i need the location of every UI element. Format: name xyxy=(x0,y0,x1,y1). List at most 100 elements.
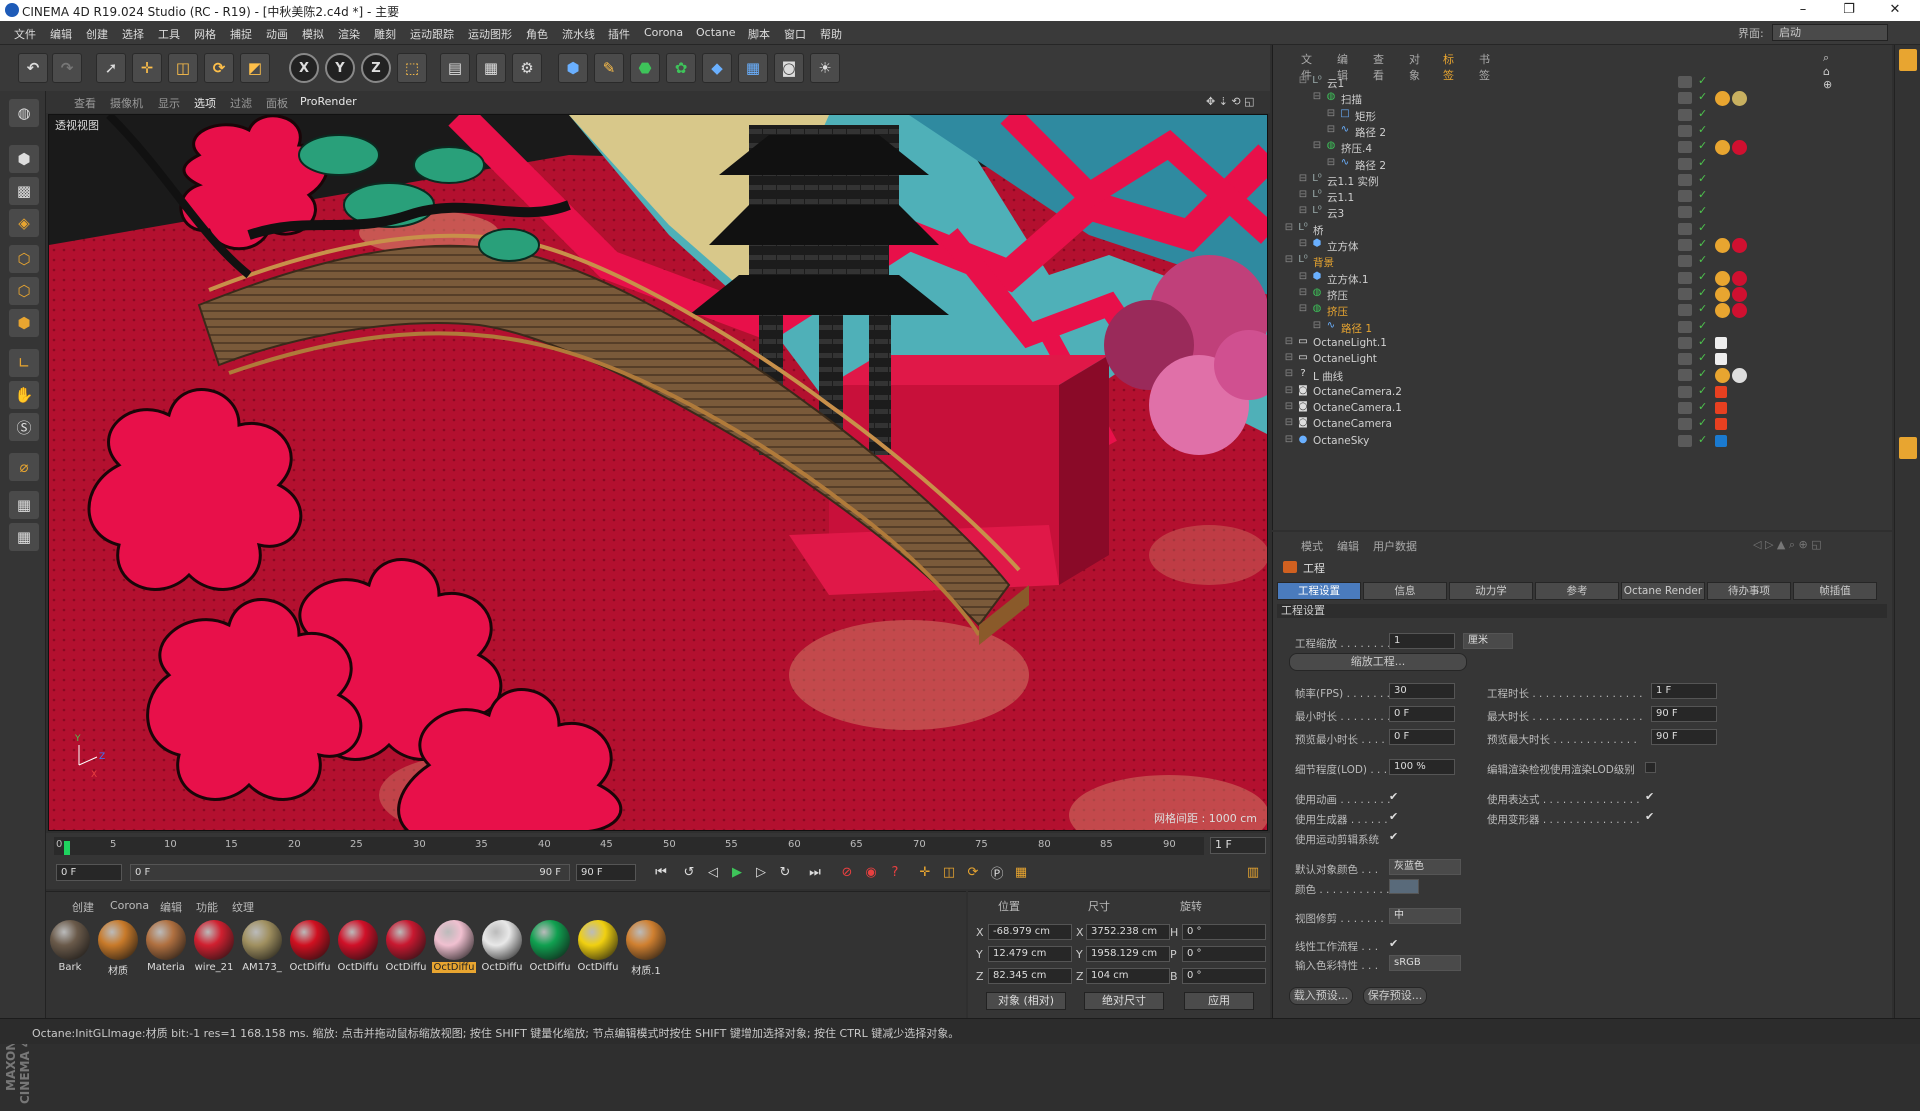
object-tag-icon[interactable] xyxy=(1715,368,1730,384)
expand-toggle-icon[interactable]: ⊟ xyxy=(1311,140,1323,152)
go-to-start-icon[interactable]: ⏮ xyxy=(650,862,672,882)
visibility-toggle-icon[interactable] xyxy=(1678,402,1692,414)
subdivision-icon[interactable]: ⬣ xyxy=(630,53,660,83)
menu-character[interactable]: 角色 xyxy=(526,26,548,42)
timeline-end-field[interactable]: 90 F xyxy=(576,864,636,881)
object-tag-icon[interactable] xyxy=(1715,434,1727,447)
position-y-field[interactable]: 12.479 cm xyxy=(988,946,1072,962)
light-icon[interactable]: ☀ xyxy=(810,53,840,83)
scale-icon[interactable]: ◫ xyxy=(168,53,198,83)
expand-toggle-icon[interactable]: ⊟ xyxy=(1297,271,1309,283)
menu-motion-tracking[interactable]: 运动跟踪 xyxy=(410,26,454,42)
fps-field[interactable]: 30 xyxy=(1389,683,1455,699)
menu-render[interactable]: 渲染 xyxy=(338,26,360,42)
enabled-check-icon[interactable]: ✓ xyxy=(1698,237,1707,250)
object-mode-icon[interactable]: ⬢ xyxy=(9,145,39,173)
menu-edit[interactable]: 编辑 xyxy=(50,26,72,42)
material-swatch[interactable]: Materia xyxy=(144,920,188,973)
mat-menu-corona[interactable]: Corona xyxy=(110,899,149,912)
enabled-check-icon[interactable]: ✓ xyxy=(1698,107,1707,120)
visibility-toggle-icon[interactable] xyxy=(1678,76,1692,88)
visibility-toggle-icon[interactable] xyxy=(1678,287,1692,300)
points-mode-icon[interactable]: ⬡ xyxy=(9,245,39,273)
visibility-toggle-icon[interactable] xyxy=(1678,108,1692,121)
min-time-field[interactable]: 0 F xyxy=(1389,706,1455,722)
key-rotation-icon[interactable]: ⟳ xyxy=(962,862,984,882)
timeline-layout-icon[interactable]: ▥ xyxy=(1242,862,1264,882)
menu-file[interactable]: 文件 xyxy=(14,26,36,42)
mat-menu-edit[interactable]: 编辑 xyxy=(160,899,182,915)
y-axis-icon[interactable]: Y xyxy=(325,53,355,83)
record-keys-icon[interactable]: ⊘ xyxy=(836,862,858,882)
use-expressions-checkbox[interactable]: ✔ xyxy=(1645,790,1654,803)
object-tag-icon[interactable] xyxy=(1732,238,1747,253)
cloner-icon[interactable]: ✿ xyxy=(666,53,696,83)
visibility-toggle-icon[interactable] xyxy=(1678,353,1692,366)
vp-menu-panel[interactable]: 面板 xyxy=(266,95,288,111)
input-color-profile-dropdown[interactable]: sRGB xyxy=(1389,955,1461,971)
camera-icon[interactable]: ◙ xyxy=(774,53,804,83)
object-tag-icon[interactable] xyxy=(1732,368,1747,384)
preview-min-field[interactable]: 0 F xyxy=(1389,729,1455,745)
project-scale-field[interactable]: 1 xyxy=(1389,633,1455,649)
visibility-toggle-icon[interactable] xyxy=(1678,271,1692,284)
tab-frame-interpolation[interactable]: 帧插值 xyxy=(1793,582,1877,600)
vp-menu-cameras[interactable]: 摄像机 xyxy=(110,95,143,111)
expand-toggle-icon[interactable]: ⊟ xyxy=(1297,189,1309,201)
material-swatch[interactable]: AM173_ xyxy=(240,920,284,973)
tab-reference[interactable]: 参考 xyxy=(1535,582,1619,600)
size-mode-dropdown[interactable]: 绝对尺寸 xyxy=(1084,992,1164,1010)
visibility-toggle-icon[interactable] xyxy=(1678,206,1692,219)
menu-corona[interactable]: Corona xyxy=(644,26,683,39)
tweak-mode-icon[interactable]: ✋ xyxy=(9,381,39,409)
enabled-check-icon[interactable]: ✓ xyxy=(1698,156,1707,169)
object-row[interactable]: ⊟ ● OctaneSky ✓ xyxy=(1283,432,1883,451)
material-swatch[interactable]: 材质 xyxy=(96,920,140,977)
last-tool-icon[interactable]: ◩ xyxy=(240,53,270,83)
expand-toggle-icon[interactable]: ⊟ xyxy=(1283,368,1295,380)
object-mode-dropdown[interactable]: 对象 (相对) xyxy=(986,992,1066,1010)
timeline-playhead[interactable] xyxy=(64,841,70,855)
z-axis-icon[interactable]: Z xyxy=(361,53,391,83)
timeline-range-slider[interactable]: 0 F 90 F xyxy=(130,864,570,881)
enabled-check-icon[interactable]: ✓ xyxy=(1698,433,1707,446)
edges-mode-icon[interactable]: ⬡ xyxy=(9,277,39,305)
prev-frame-icon[interactable]: ◁ xyxy=(702,862,724,882)
project-scale-unit-dropdown[interactable]: 厘米 xyxy=(1463,633,1513,649)
tab-todo[interactable]: 待办事项 xyxy=(1707,582,1791,600)
prev-key-icon[interactable]: ↺ xyxy=(678,862,700,882)
use-animation-checkbox[interactable]: ✔ xyxy=(1389,790,1398,803)
visibility-toggle-icon[interactable] xyxy=(1678,434,1692,447)
visibility-toggle-icon[interactable] xyxy=(1678,222,1692,235)
tab-project-settings[interactable]: 工程设置 xyxy=(1277,582,1361,600)
perspective-viewport[interactable]: Y Z X 透视视图 网格间距 : 1000 cm xyxy=(48,114,1268,831)
model-mode-icon[interactable]: ◍ xyxy=(9,99,39,127)
key-pla-icon[interactable]: ▦ xyxy=(1010,862,1032,882)
project-time-field[interactable]: 1 F xyxy=(1651,683,1717,699)
scale-project-button[interactable]: 缩放工程... xyxy=(1289,653,1467,671)
key-scale-icon[interactable]: ◫ xyxy=(938,862,960,882)
visibility-toggle-icon[interactable] xyxy=(1678,92,1692,105)
expand-toggle-icon[interactable]: ⊟ xyxy=(1325,157,1337,169)
visibility-toggle-icon[interactable] xyxy=(1678,124,1692,137)
menu-pipeline[interactable]: 流水线 xyxy=(562,26,595,42)
material-swatch[interactable]: OctDiffu xyxy=(576,920,620,973)
go-to-end-icon[interactable]: ⏭ xyxy=(804,862,826,882)
cube-icon[interactable]: ⬢ xyxy=(558,53,588,83)
close-button[interactable]: ✕ xyxy=(1872,0,1918,21)
expand-toggle-icon[interactable]: ⊟ xyxy=(1311,91,1323,103)
enabled-check-icon[interactable]: ✓ xyxy=(1698,286,1707,299)
max-time-field[interactable]: 90 F xyxy=(1651,706,1717,722)
next-key-icon[interactable]: ↻ xyxy=(774,862,796,882)
object-tag-icon[interactable] xyxy=(1715,91,1730,107)
locked-workplane-icon[interactable]: ▦ xyxy=(9,523,39,551)
expand-toggle-icon[interactable]: ⊟ xyxy=(1297,287,1309,299)
snap-icon[interactable]: Ⓢ xyxy=(9,413,39,441)
maximize-button[interactable]: ❐ xyxy=(1826,0,1872,21)
current-frame-field[interactable]: 1 F xyxy=(1210,837,1266,854)
material-swatch[interactable]: OctDiffu xyxy=(528,920,572,973)
object-tag-icon[interactable] xyxy=(1715,270,1730,286)
object-tag-icon[interactable] xyxy=(1715,385,1727,398)
axis-mode-icon[interactable]: ∟ xyxy=(9,349,39,377)
expand-toggle-icon[interactable]: ⊟ xyxy=(1283,417,1295,429)
